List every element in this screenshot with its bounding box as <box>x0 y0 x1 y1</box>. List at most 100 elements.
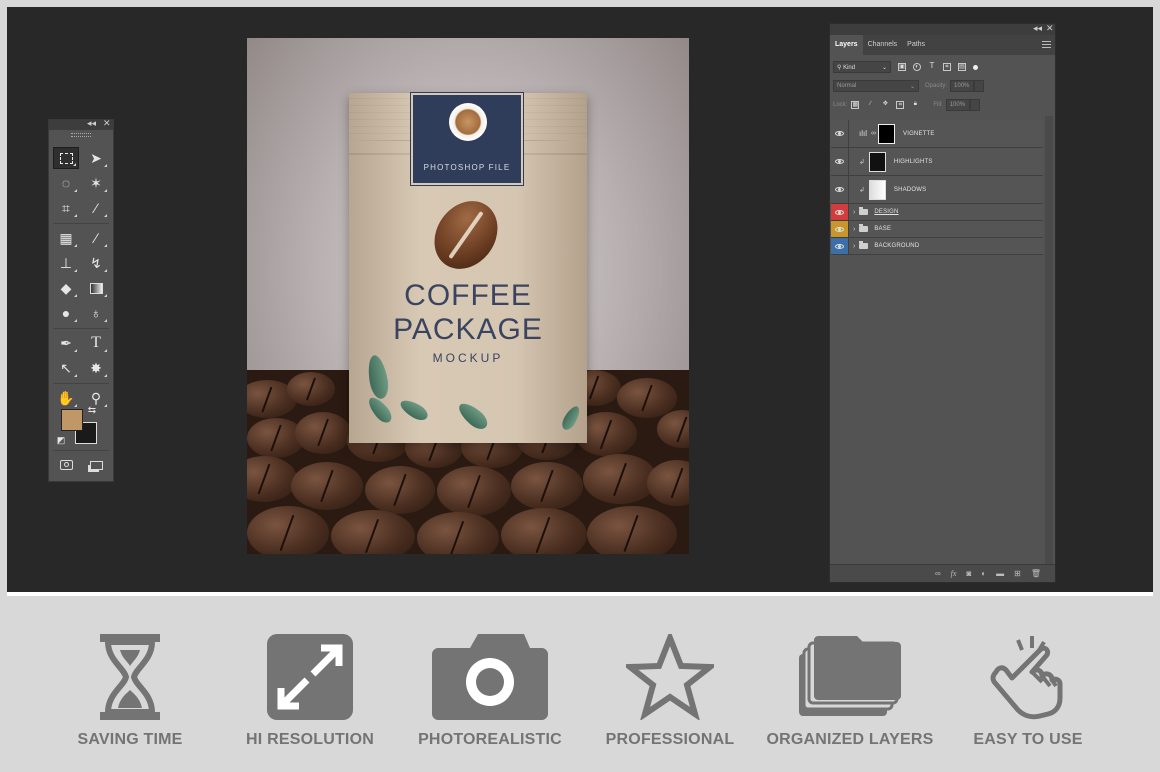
clone-stamp-tool-icon[interactable]: ⊥ <box>53 252 79 274</box>
layers-scrollbar[interactable] <box>1045 116 1053 566</box>
layer-name: HIGHLIGHTS <box>893 158 933 165</box>
opacity-dropdown[interactable] <box>974 80 985 92</box>
trash-icon[interactable]: 🗑︎ <box>1031 569 1041 578</box>
close-icon[interactable]: ✕ <box>1046 23 1054 34</box>
pen-tool-icon[interactable]: ✒ <box>53 332 79 354</box>
visibility-toggle[interactable] <box>831 148 849 175</box>
tools-panel-header[interactable]: ◂◂ ✕ <box>49 118 113 130</box>
history-brush-tool-icon[interactable]: ↯ <box>83 252 109 274</box>
layer-group-design[interactable]: › DESIGN <box>831 204 1043 221</box>
link-icon[interactable]: ∞ <box>935 569 941 578</box>
layer-row-vignette[interactable]: ılıl ∞ VIGNETTE <box>831 120 1043 148</box>
marquee-tool-icon[interactable] <box>53 147 79 169</box>
crop-tool-icon[interactable]: ⌗ <box>53 197 79 219</box>
layer-name: BASE <box>874 226 892 232</box>
blur-tool-icon[interactable]: ● <box>53 302 79 324</box>
folder-icon[interactable]: ▬ <box>996 569 1004 578</box>
fill-label: Fill: <box>933 102 943 108</box>
filter-kind-label: Kind <box>843 65 856 71</box>
move-tool-icon[interactable]: ➤ <box>83 147 109 169</box>
layer-row-highlights[interactable]: ↲ HIGHLIGHTS <box>831 148 1043 176</box>
camera-icon <box>432 634 548 720</box>
adjustment-icon[interactable]: ◐ <box>981 569 986 578</box>
brush-tool-icon[interactable]: ∕ <box>83 227 109 249</box>
toolbar-divider <box>53 383 109 384</box>
feature-saving-time: SAVING TIME <box>40 596 220 765</box>
layer-row-shadows[interactable]: ↲ SHADOWS <box>831 176 1043 204</box>
fill-dropdown[interactable] <box>969 99 980 111</box>
feature-label: EASY TO USE <box>973 731 1083 748</box>
feature-professional: PROFESSIONAL <box>580 596 760 765</box>
coffee-bean <box>583 454 657 504</box>
filter-adjustment-icon[interactable]: ◐ <box>913 63 921 71</box>
swap-colors-icon[interactable]: ⇆ <box>85 403 99 417</box>
collapse-icon[interactable]: ◂◂ <box>87 118 96 129</box>
filter-pixel-icon[interactable]: ▣ <box>898 63 906 71</box>
filter-toggle-icon[interactable] <box>973 64 978 70</box>
type-tool-icon[interactable]: T <box>83 332 109 354</box>
document-canvas[interactable]: PHOTOSHOP FILE COFFEE PACKAGE MOCKUP <box>247 38 689 554</box>
chevron-right-icon[interactable]: › <box>853 209 855 216</box>
layer-name: DESIGN <box>874 209 899 215</box>
screen-mode-icon[interactable] <box>83 454 109 476</box>
collapse-icon[interactable]: ◂◂ <box>1033 23 1042 34</box>
healing-brush-tool-icon[interactable]: ▦ <box>53 227 79 249</box>
chevron-right-icon[interactable]: › <box>853 226 855 233</box>
lock-artboard-icon[interactable]: ⌗ <box>896 101 905 109</box>
visibility-toggle[interactable] <box>831 204 849 220</box>
panel-menu-icon[interactable] <box>1042 41 1051 48</box>
filter-type-icon[interactable]: T <box>928 62 936 71</box>
layer-group-background[interactable]: › BACKGROUND <box>831 238 1043 255</box>
filter-kind-select[interactable]: ⚲ Kind ⌄ <box>833 61 891 73</box>
eye-icon <box>835 159 844 164</box>
new-layer-icon[interactable]: ⊞ <box>1014 569 1021 578</box>
lock-pixels-icon[interactable]: ∕ <box>866 101 874 109</box>
feature-organized-layers: ORGANIZED LAYERS <box>760 596 940 765</box>
eyedropper-tool-icon[interactable]: ⁄ <box>83 197 109 219</box>
lock-row: Lock: ▦ ∕ ✥ ⌗ 🔒︎ Fill: 100% <box>833 97 980 113</box>
dodge-tool-icon[interactable]: ♁ <box>83 302 109 324</box>
lock-all-icon[interactable]: 🔒︎ <box>911 101 919 109</box>
foreground-color-swatch[interactable] <box>61 409 83 431</box>
pointing-hand-icon <box>990 636 1063 720</box>
coffee-bean <box>295 412 351 454</box>
visibility-toggle[interactable] <box>831 120 849 147</box>
clipping-arrow-icon: ↲ <box>859 186 865 194</box>
visibility-toggle[interactable] <box>831 176 849 203</box>
feature-easy-to-use: EASY TO USE <box>938 596 1118 765</box>
tab-paths[interactable]: Paths <box>902 35 930 55</box>
fx-icon[interactable]: fx <box>951 569 957 578</box>
hand-tool-icon[interactable]: ✋ <box>53 387 79 409</box>
layer-group-base[interactable]: › BASE <box>831 221 1043 238</box>
feature-label: PROFESSIONAL <box>605 731 735 748</box>
default-colors-icon[interactable]: ◩ <box>55 434 67 446</box>
quick-mask-icon[interactable] <box>53 454 79 476</box>
layers-panel-header[interactable]: ◂◂ ✕ <box>830 23 1055 35</box>
lasso-tool-icon[interactable]: ◌ <box>53 172 79 194</box>
opacity-field[interactable]: 100% <box>950 80 975 92</box>
gradient-tool-icon[interactable] <box>83 277 109 299</box>
blend-mode-select[interactable]: Normal ⌄ <box>833 80 919 92</box>
chevron-right-icon[interactable]: › <box>853 243 855 250</box>
lock-transparent-icon[interactable]: ▦ <box>851 101 860 109</box>
hourglass-icon <box>100 634 160 720</box>
lock-position-icon[interactable]: ✥ <box>881 101 889 109</box>
mask-icon[interactable]: ◙ <box>966 569 971 578</box>
tab-layers[interactable]: Layers <box>830 35 863 55</box>
filter-shape-icon[interactable]: ⌗ <box>943 63 951 71</box>
panel-grip[interactable] <box>49 130 113 138</box>
path-selection-tool-icon[interactable]: ↖ <box>53 357 79 379</box>
close-icon[interactable]: ✕ <box>103 118 111 129</box>
custom-shape-tool-icon[interactable]: ✸ <box>83 357 109 379</box>
visibility-toggle[interactable] <box>831 221 849 237</box>
fill-field[interactable]: 100% <box>945 99 970 111</box>
eraser-tool-icon[interactable]: ◆ <box>53 277 79 299</box>
coffee-bean <box>247 506 329 554</box>
folder-icon <box>859 224 869 232</box>
coffee-bean <box>511 462 583 510</box>
magic-wand-tool-icon[interactable]: ✶ <box>83 172 109 194</box>
visibility-toggle[interactable] <box>831 238 849 254</box>
filter-smart-object-icon[interactable]: ▤ <box>958 63 966 71</box>
tab-channels[interactable]: Channels <box>863 35 903 55</box>
feature-photorealistic: PHOTOREALISTIC <box>400 596 580 765</box>
